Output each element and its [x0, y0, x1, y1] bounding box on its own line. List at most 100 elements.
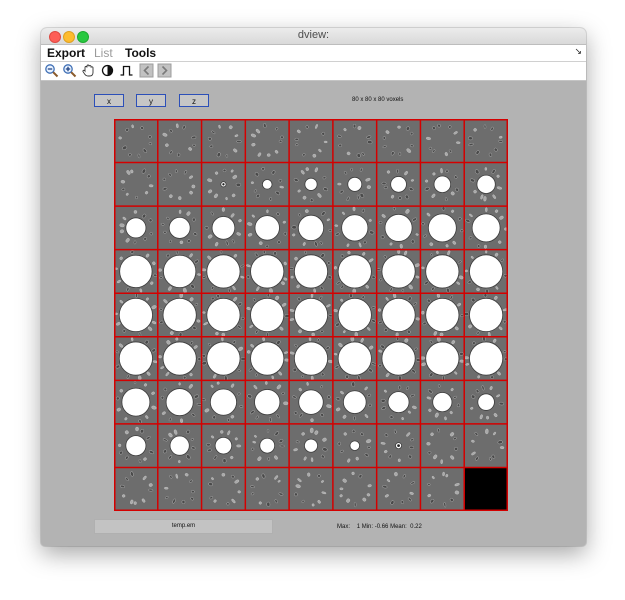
- slice-tile[interactable]: [114, 206, 158, 250]
- slice-tile[interactable]: [114, 119, 158, 163]
- slice-tile[interactable]: [464, 206, 508, 250]
- slice-tile[interactable]: [332, 380, 377, 424]
- slice-tile[interactable]: [332, 206, 377, 250]
- slice-tile[interactable]: [245, 467, 290, 511]
- slice-tile[interactable]: [201, 119, 246, 163]
- slice-tile[interactable]: [201, 162, 246, 207]
- hand-pan-icon[interactable]: [81, 63, 96, 78]
- slice-tile[interactable]: [157, 162, 202, 207]
- slice-tile[interactable]: [245, 336, 290, 381]
- slice-tile[interactable]: [157, 119, 202, 163]
- slice-tile[interactable]: [376, 119, 421, 163]
- slice-tile[interactable]: [332, 293, 377, 338]
- slice-tile[interactable]: [376, 249, 421, 294]
- slice-tile[interactable]: [420, 162, 465, 207]
- slice-tile[interactable]: [114, 380, 158, 424]
- slice-tile[interactable]: [157, 249, 202, 294]
- slice-tile[interactable]: [376, 380, 421, 424]
- volume-dimensions-label: 80 x 80 x 80 voxels: [352, 97, 404, 103]
- slice-tile[interactable]: [201, 467, 246, 511]
- slice-tile[interactable]: [332, 119, 377, 163]
- window-title: dview:: [297, 29, 330, 41]
- slice-tile[interactable]: [114, 162, 158, 207]
- menu-export[interactable]: Export: [47, 45, 85, 61]
- slice-tile[interactable]: [114, 292, 158, 337]
- slice-tile[interactable]: [289, 292, 334, 337]
- slice-tile[interactable]: [157, 380, 202, 424]
- pulse-icon[interactable]: [119, 63, 134, 78]
- slice-tile[interactable]: [201, 336, 246, 381]
- menu-tools[interactable]: Tools: [125, 45, 156, 61]
- zoom-out-icon[interactable]: [44, 63, 59, 78]
- slice-tile[interactable]: [464, 423, 508, 468]
- previous-icon[interactable]: [139, 63, 154, 78]
- toolbar: [41, 62, 586, 81]
- slice-tile[interactable]: [289, 467, 333, 511]
- slice-tile[interactable]: [332, 467, 377, 511]
- min-value: -0.66: [374, 524, 389, 530]
- slice-tile[interactable]: [289, 380, 333, 424]
- slice-tile[interactable]: [157, 206, 202, 250]
- axis-y-button[interactable]: y: [136, 94, 166, 107]
- slice-tile[interactable]: [420, 206, 465, 250]
- slice-tile[interactable]: [289, 423, 333, 468]
- slice-tile[interactable]: [289, 162, 333, 207]
- slice-tile[interactable]: [289, 336, 333, 381]
- slice-tile[interactable]: [114, 249, 158, 294]
- slice-tile[interactable]: [376, 423, 421, 468]
- slice-tile[interactable]: [420, 467, 465, 511]
- slice-tile[interactable]: [201, 249, 246, 294]
- slice-tile[interactable]: [201, 423, 246, 468]
- slice-tile[interactable]: [464, 380, 508, 424]
- slice-tile[interactable]: [332, 249, 377, 294]
- slice-tile[interactable]: [245, 293, 290, 337]
- slice-tile[interactable]: [289, 119, 333, 163]
- slice-tile[interactable]: [157, 336, 202, 381]
- slice-tile[interactable]: [245, 206, 290, 250]
- slice-tile[interactable]: [464, 336, 508, 381]
- slice-tile[interactable]: [114, 336, 158, 381]
- slice-tile[interactable]: [376, 467, 421, 511]
- slice-tile[interactable]: [464, 467, 508, 511]
- slice-tile[interactable]: [114, 467, 158, 511]
- zoom-in-icon[interactable]: [62, 63, 77, 78]
- slice-tile[interactable]: [376, 162, 421, 207]
- slice-tile[interactable]: [376, 336, 421, 381]
- contrast-icon[interactable]: [100, 63, 115, 78]
- slice-tile[interactable]: [464, 119, 508, 163]
- slice-tile[interactable]: [464, 249, 508, 294]
- slice-tile[interactable]: [420, 336, 465, 381]
- axis-x-button[interactable]: x: [94, 94, 124, 107]
- slice-tile[interactable]: [332, 162, 377, 207]
- slice-tile[interactable]: [245, 380, 290, 424]
- slice-tile[interactable]: [332, 423, 377, 468]
- slice-tile[interactable]: [420, 119, 465, 163]
- slice-tile[interactable]: [332, 336, 377, 381]
- slice-tile[interactable]: [245, 423, 290, 468]
- slice-tile[interactable]: [245, 119, 290, 163]
- slice-tile[interactable]: [376, 293, 421, 337]
- slice-tile[interactable]: [376, 206, 421, 250]
- slice-montage[interactable]: [114, 119, 508, 511]
- slice-tile[interactable]: [288, 249, 333, 294]
- slice-tile[interactable]: [245, 249, 290, 294]
- slice-tile[interactable]: [157, 292, 202, 337]
- slice-tile[interactable]: [157, 423, 202, 468]
- slice-tile[interactable]: [289, 206, 333, 250]
- slice-tile[interactable]: [201, 293, 246, 337]
- slice-tile[interactable]: [420, 380, 465, 424]
- next-icon[interactable]: [157, 63, 172, 78]
- slice-tile[interactable]: [201, 380, 246, 424]
- slice-tile[interactable]: [463, 293, 508, 338]
- slice-tile[interactable]: [464, 162, 508, 207]
- slice-tile[interactable]: [420, 249, 465, 294]
- slice-tile[interactable]: [245, 162, 290, 207]
- slice-tile[interactable]: [420, 293, 465, 337]
- menu-list[interactable]: List: [94, 45, 113, 61]
- slice-tile[interactable]: [201, 206, 246, 250]
- slice-tile[interactable]: [114, 423, 158, 468]
- axis-z-button[interactable]: z: [179, 94, 209, 107]
- slice-tile[interactable]: [157, 467, 202, 511]
- menu-overflow-arrow-icon[interactable]: ↘: [574, 46, 582, 57]
- slice-tile[interactable]: [420, 423, 465, 468]
